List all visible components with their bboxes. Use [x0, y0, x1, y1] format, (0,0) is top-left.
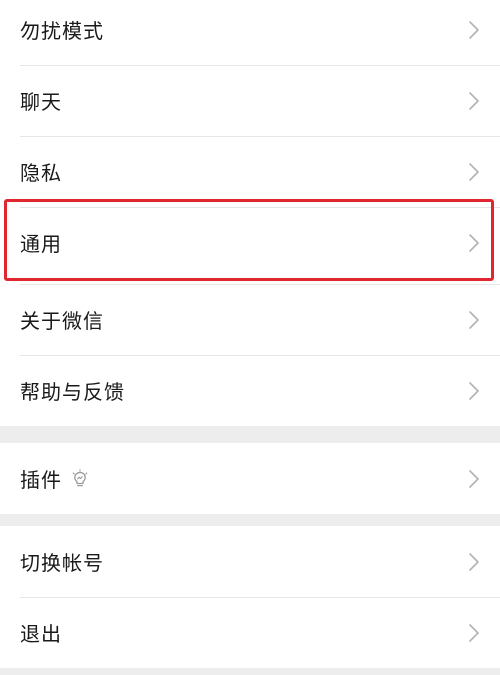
settings-item-switch-account[interactable]: 切换帐号 [0, 526, 500, 597]
settings-item-privacy[interactable]: 隐私 [0, 136, 500, 207]
plugin-bulb-icon [72, 468, 88, 486]
settings-item-label: 退出 [20, 622, 62, 646]
settings-item-general[interactable]: 通用 [0, 207, 500, 278]
settings-item-about[interactable]: 关于微信 [0, 284, 500, 355]
settings-item-label: 勿扰模式 [20, 19, 104, 43]
settings-item-help-feedback[interactable]: 帮助与反馈 [0, 355, 500, 426]
chevron-right-icon [469, 552, 479, 571]
settings-item-label: 聊天 [20, 90, 62, 114]
settings-group-1: 勿扰模式 聊天 隐私 通用 关于微信 帮助与反馈 [0, 0, 500, 426]
chevron-right-icon [469, 469, 479, 488]
settings-item-label: 插件 [20, 468, 62, 492]
settings-item-chat[interactable]: 聊天 [0, 65, 500, 136]
settings-group-3: 切换帐号 退出 [0, 526, 500, 668]
chevron-right-icon [469, 623, 479, 642]
settings-item-label: 隐私 [20, 161, 62, 185]
settings-group-2: 插件 [0, 443, 500, 514]
chevron-right-icon [469, 162, 479, 181]
chevron-right-icon [469, 233, 479, 252]
chevron-right-icon [469, 381, 479, 400]
settings-item-logout[interactable]: 退出 [0, 597, 500, 668]
settings-item-label: 通用 [20, 232, 62, 256]
settings-item-label: 关于微信 [20, 309, 104, 333]
chevron-right-icon [469, 20, 479, 39]
settings-item-do-not-disturb[interactable]: 勿扰模式 [0, 0, 500, 65]
settings-item-label: 帮助与反馈 [20, 380, 125, 404]
settings-item-plugins[interactable]: 插件 [0, 443, 500, 514]
chevron-right-icon [469, 91, 479, 110]
settings-item-label: 切换帐号 [20, 551, 104, 575]
chevron-right-icon [469, 310, 479, 329]
